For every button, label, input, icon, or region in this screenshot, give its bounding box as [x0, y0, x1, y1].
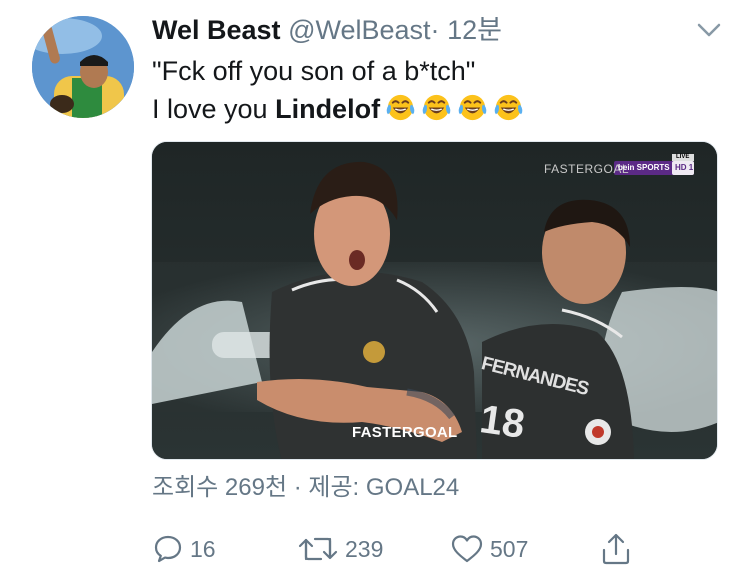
share-icon — [600, 532, 632, 566]
share-button[interactable] — [600, 530, 632, 568]
watermark-bottom: FASTERGOAL — [352, 424, 458, 441]
avatar[interactable] — [32, 16, 134, 118]
separator-dot: · — [430, 15, 440, 45]
avatar-image — [32, 16, 134, 118]
reply-icon — [152, 533, 184, 565]
tweet-text: "Fck off you son of a b*tch" I love you … — [152, 52, 712, 128]
reply-count: 16 — [190, 535, 216, 562]
view-count[interactable]: 조회수 269천 · 제공: GOAL24 — [152, 472, 459, 504]
like-button[interactable]: 507 — [450, 530, 528, 568]
tears-of-joy-icon — [421, 92, 452, 123]
tweet-header: Wel Beast @WelBeast· 12분 — [152, 12, 690, 48]
video-frame — [152, 142, 717, 459]
reply-button[interactable]: 16 — [152, 530, 216, 568]
retweet-icon — [297, 533, 339, 565]
live-label: LIVE — [676, 154, 690, 160]
retweet-button[interactable]: 239 — [297, 530, 383, 568]
tears-of-joy-icon — [457, 92, 488, 123]
tweet-text-line-1: "Fck off you son of a b*tch" — [152, 56, 476, 86]
chevron-down-icon[interactable] — [694, 18, 724, 42]
broadcaster-logo: bein SPORTS — [618, 163, 670, 172]
timestamp[interactable]: 12분 — [447, 15, 502, 45]
tears-of-joy-icon — [493, 92, 524, 123]
like-count: 507 — [490, 535, 529, 562]
tweet-text-line-2: I love you Lindelof — [152, 90, 712, 128]
heart-icon — [450, 533, 484, 565]
display-name[interactable]: Wel Beast — [152, 15, 281, 45]
broadcaster-channel: HD 1 — [675, 163, 694, 172]
watermark-top: FASTERGOAL — [544, 162, 630, 176]
tweet-text-prefix: I love you — [152, 94, 276, 124]
jersey-number: 18 — [477, 397, 528, 447]
handle[interactable]: @WelBeast — [288, 15, 430, 45]
tweet-text-bold-name: Lindelof — [275, 94, 381, 124]
action-bar: 16 239 507 — [152, 530, 642, 568]
retweet-count: 239 — [345, 535, 384, 562]
video-media[interactable]: FASTERGOAL bein SPORTS HD 1 LIVE FERNAND… — [151, 141, 718, 460]
emoji-row — [380, 94, 524, 124]
tears-of-joy-icon — [385, 92, 416, 123]
